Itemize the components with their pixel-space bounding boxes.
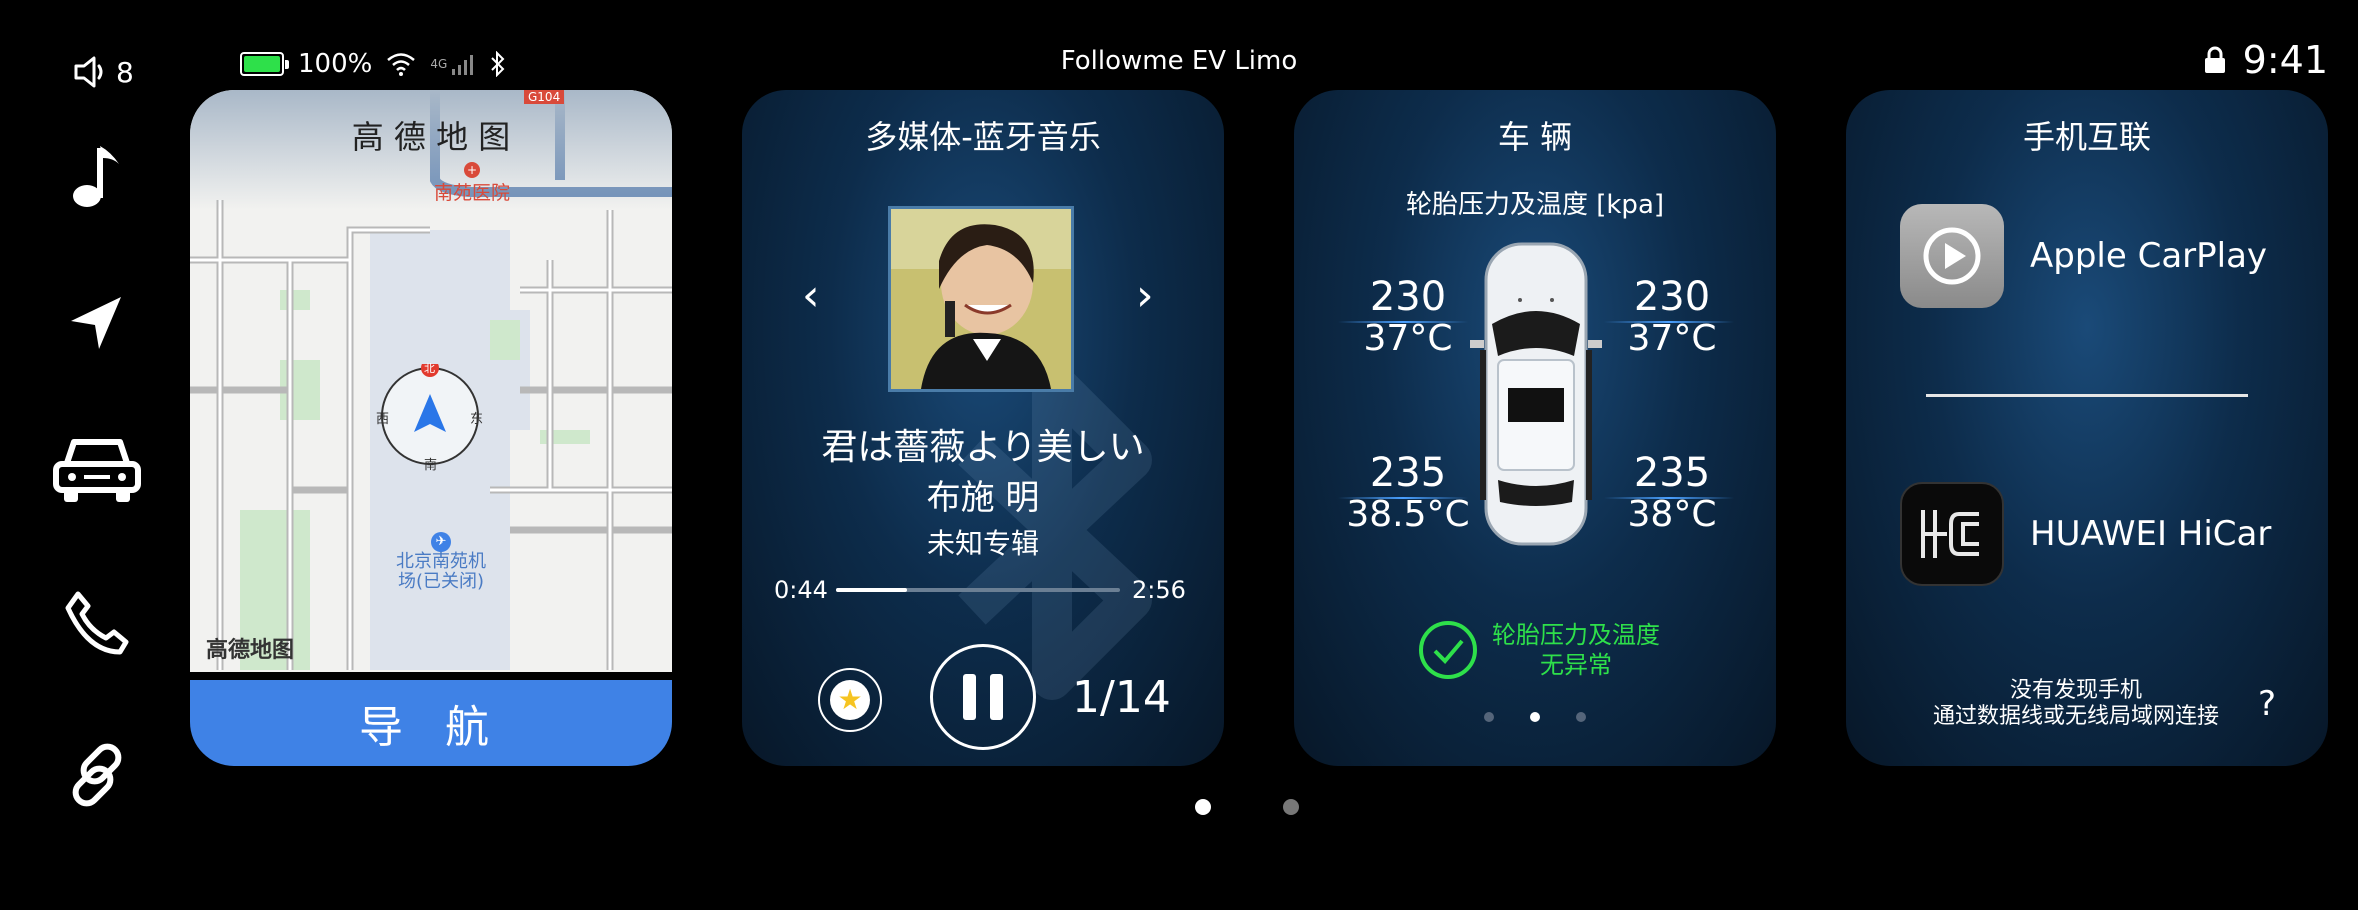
progress-bar[interactable] (836, 588, 1120, 592)
sidebar-item-music[interactable] (52, 132, 142, 222)
phone-card-title: 手机互联 (2022, 118, 2151, 156)
album-art-image (891, 209, 1071, 389)
airport-label-line2: 场(已关闭) (397, 571, 485, 592)
tire-pressure: 230 (1369, 274, 1447, 320)
navigate-button[interactable]: 导 航 (190, 680, 672, 766)
compass-ring-icon (381, 364, 479, 465)
clock: 9:41 (2242, 38, 2328, 82)
tire-temperature: 38.5°C (1346, 494, 1470, 535)
phone-card[interactable]: 手机互联 Apple CarPlay HUAWEI HiCar 没有发现手机 通… (1846, 90, 2328, 766)
star-icon: ★ (830, 680, 870, 720)
favorite-button[interactable]: ★ (818, 668, 882, 732)
tire-front-left: 230 37°C (1348, 276, 1468, 360)
duration-time: 2:56 (1132, 576, 1186, 604)
connection-status: 没有发现手机 通过数据线或无线局域网连接 (1906, 678, 2246, 730)
location-compass[interactable]: 北 东 西 南 (376, 362, 484, 473)
carplay-label: Apple CarPlay (2030, 236, 2268, 276)
link-icon (72, 743, 122, 807)
album-art (888, 206, 1074, 392)
tire-line (1604, 497, 1734, 499)
carplay-option[interactable]: Apple CarPlay (1900, 204, 2267, 308)
map-card[interactable]: G104 + 南苑医院 ✈ 北京南苑机 场(已关闭) 北 东 西 南 高德地图 … (190, 90, 672, 766)
tire-line (1338, 497, 1468, 499)
hospital-icon: + (464, 162, 480, 178)
page-dot-2[interactable] (1283, 799, 1299, 815)
vehicle-page-dot-1[interactable] (1484, 712, 1494, 722)
compass-west: 西 (376, 412, 390, 427)
check-circle-icon (1419, 621, 1477, 679)
elapsed-time: 0:44 (774, 576, 828, 604)
hospital-marker[interactable]: + 南苑医院 (434, 162, 510, 205)
map-logo: 高德地图 (206, 638, 295, 663)
car-top-view-icon (1470, 242, 1602, 546)
progress-fill (836, 588, 907, 592)
page-dot-1[interactable] (1195, 799, 1211, 815)
sidebar-item-navigation[interactable] (52, 278, 142, 368)
tire-front-right: 230 37°C (1612, 276, 1732, 360)
tire-temperature: 37°C (1363, 318, 1453, 359)
previous-track-button[interactable]: ‹ (802, 270, 820, 321)
sidebar-item-vehicle[interactable] (52, 424, 142, 514)
sidebar-item-link[interactable] (52, 730, 142, 820)
compass-south: 南 (424, 458, 438, 473)
vehicle-title: Followme EV Limo (1060, 46, 1298, 76)
music-card[interactable]: 多媒体-蓝牙音乐 ‹ › 君は薔薇より美しい 布施 明 未知专辑 0:44 2:… (742, 90, 1224, 766)
help-button[interactable]: ? (2258, 684, 2276, 724)
hospital-label: 南苑医院 (434, 182, 511, 204)
vehicle-card-title: 车 辆 (1497, 118, 1573, 156)
tire-pressure: 230 (1633, 274, 1711, 320)
tire-temperature: 38°C (1627, 494, 1717, 535)
pause-button[interactable] (930, 644, 1036, 750)
carplay-icon (1900, 204, 2004, 308)
album-name: 未知专辑 (926, 527, 1039, 560)
tire-status: 轮胎压力及温度 无异常 (1418, 620, 1660, 680)
vehicle-card[interactable]: 车 辆 轮胎压力及温度 [kpa] 230 37°C 230 37°C 235 … (1294, 90, 1776, 766)
music-card-title: 多媒体-蓝牙音乐 (865, 118, 1101, 156)
tire-status-line2: 无异常 (1540, 651, 1612, 679)
divider (1926, 394, 2248, 397)
connection-status-line1: 没有发现手机 (2009, 678, 2142, 703)
tire-pressure: 235 (1633, 450, 1711, 496)
lock-icon (2204, 46, 2225, 73)
tire-rear-left: 235 38.5°C (1338, 452, 1478, 536)
tire-status-line1: 轮胎压力及温度 (1492, 621, 1660, 649)
music-icon (73, 146, 119, 207)
track-position: 1/14 (1072, 672, 1171, 723)
tire-pressure: 235 (1369, 450, 1447, 496)
airport-icon: ✈ (431, 532, 451, 552)
tire-line (1604, 321, 1734, 323)
compass-east: 东 (470, 412, 484, 427)
sidebar-item-phone[interactable] (52, 578, 142, 668)
connection-status-line2: 通过数据线或无线局域网连接 (1932, 704, 2219, 729)
airport-marker[interactable]: ✈ 北京南苑机 场(已关闭) (396, 532, 486, 592)
road-badge: G104 (524, 90, 565, 104)
map-card-title: 高 德 地 图 (351, 118, 511, 156)
tire-line (1338, 321, 1468, 323)
hicar-option[interactable]: HUAWEI HiCar (1900, 482, 2271, 586)
map-view[interactable]: G104 + 南苑医院 ✈ 北京南苑机 场(已关闭) 北 东 西 南 高德地图 (190, 90, 672, 672)
compass-north: 北 (424, 362, 435, 375)
tire-subtitle: 轮胎压力及温度 [kpa] (1405, 190, 1665, 220)
tire-rear-right: 235 38°C (1612, 452, 1732, 536)
pause-icon (963, 674, 1003, 720)
hicar-icon (1900, 482, 2004, 586)
vehicle-page-dot-2[interactable] (1530, 712, 1540, 722)
status-right: 9:41 (2203, 38, 2328, 82)
next-track-button[interactable]: › (1136, 270, 1154, 321)
tire-temperature: 37°C (1627, 318, 1717, 359)
song-title: 君は薔薇より美しい (821, 427, 1145, 468)
airport-label-line1: 北京南苑机 (396, 551, 486, 572)
car-icon (53, 439, 141, 502)
vehicle-page-dot-3[interactable] (1576, 712, 1586, 722)
phone-icon (65, 591, 129, 655)
artist-name: 布施 明 (926, 478, 1040, 518)
navigation-arrow-icon (71, 297, 121, 349)
hicar-label: HUAWEI HiCar (2030, 514, 2272, 554)
